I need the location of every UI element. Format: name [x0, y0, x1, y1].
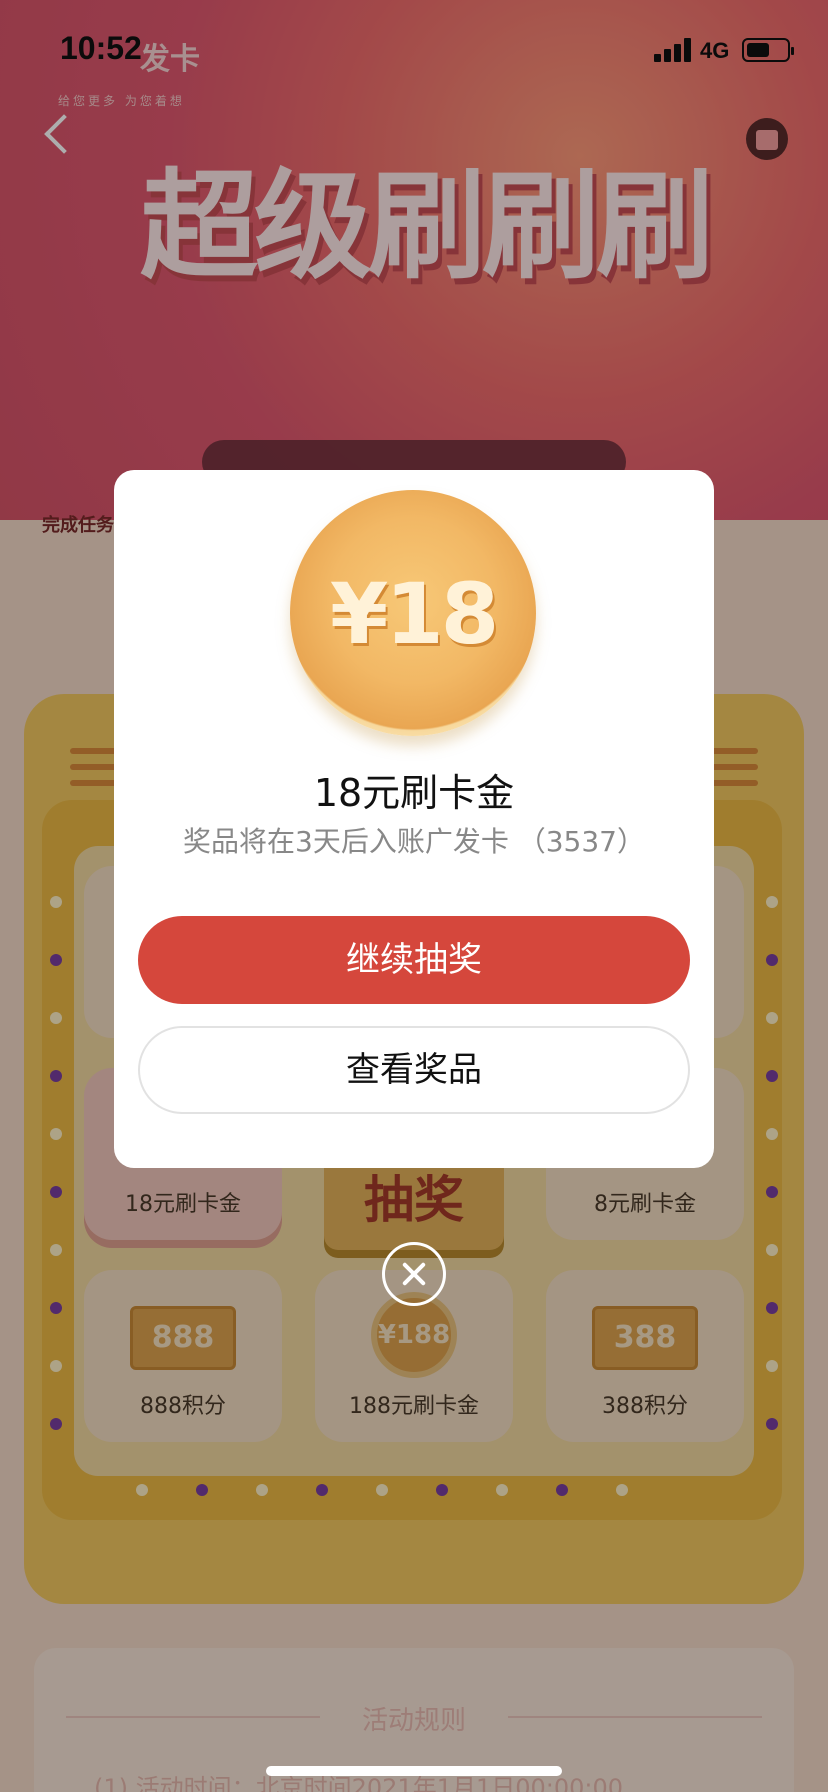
continue-draw-button[interactable]: 继续抽奖	[138, 916, 690, 1004]
prize-title: 18元刷卡金	[313, 771, 515, 815]
view-prize-button[interactable]: 查看奖品	[138, 1026, 690, 1114]
coin-amount: ¥18	[329, 565, 499, 663]
close-icon[interactable]	[382, 1242, 446, 1306]
home-indicator[interactable]	[266, 1766, 562, 1776]
prize-subtitle: 奖品将在3天后入账广发卡 （3537）	[183, 825, 645, 858]
